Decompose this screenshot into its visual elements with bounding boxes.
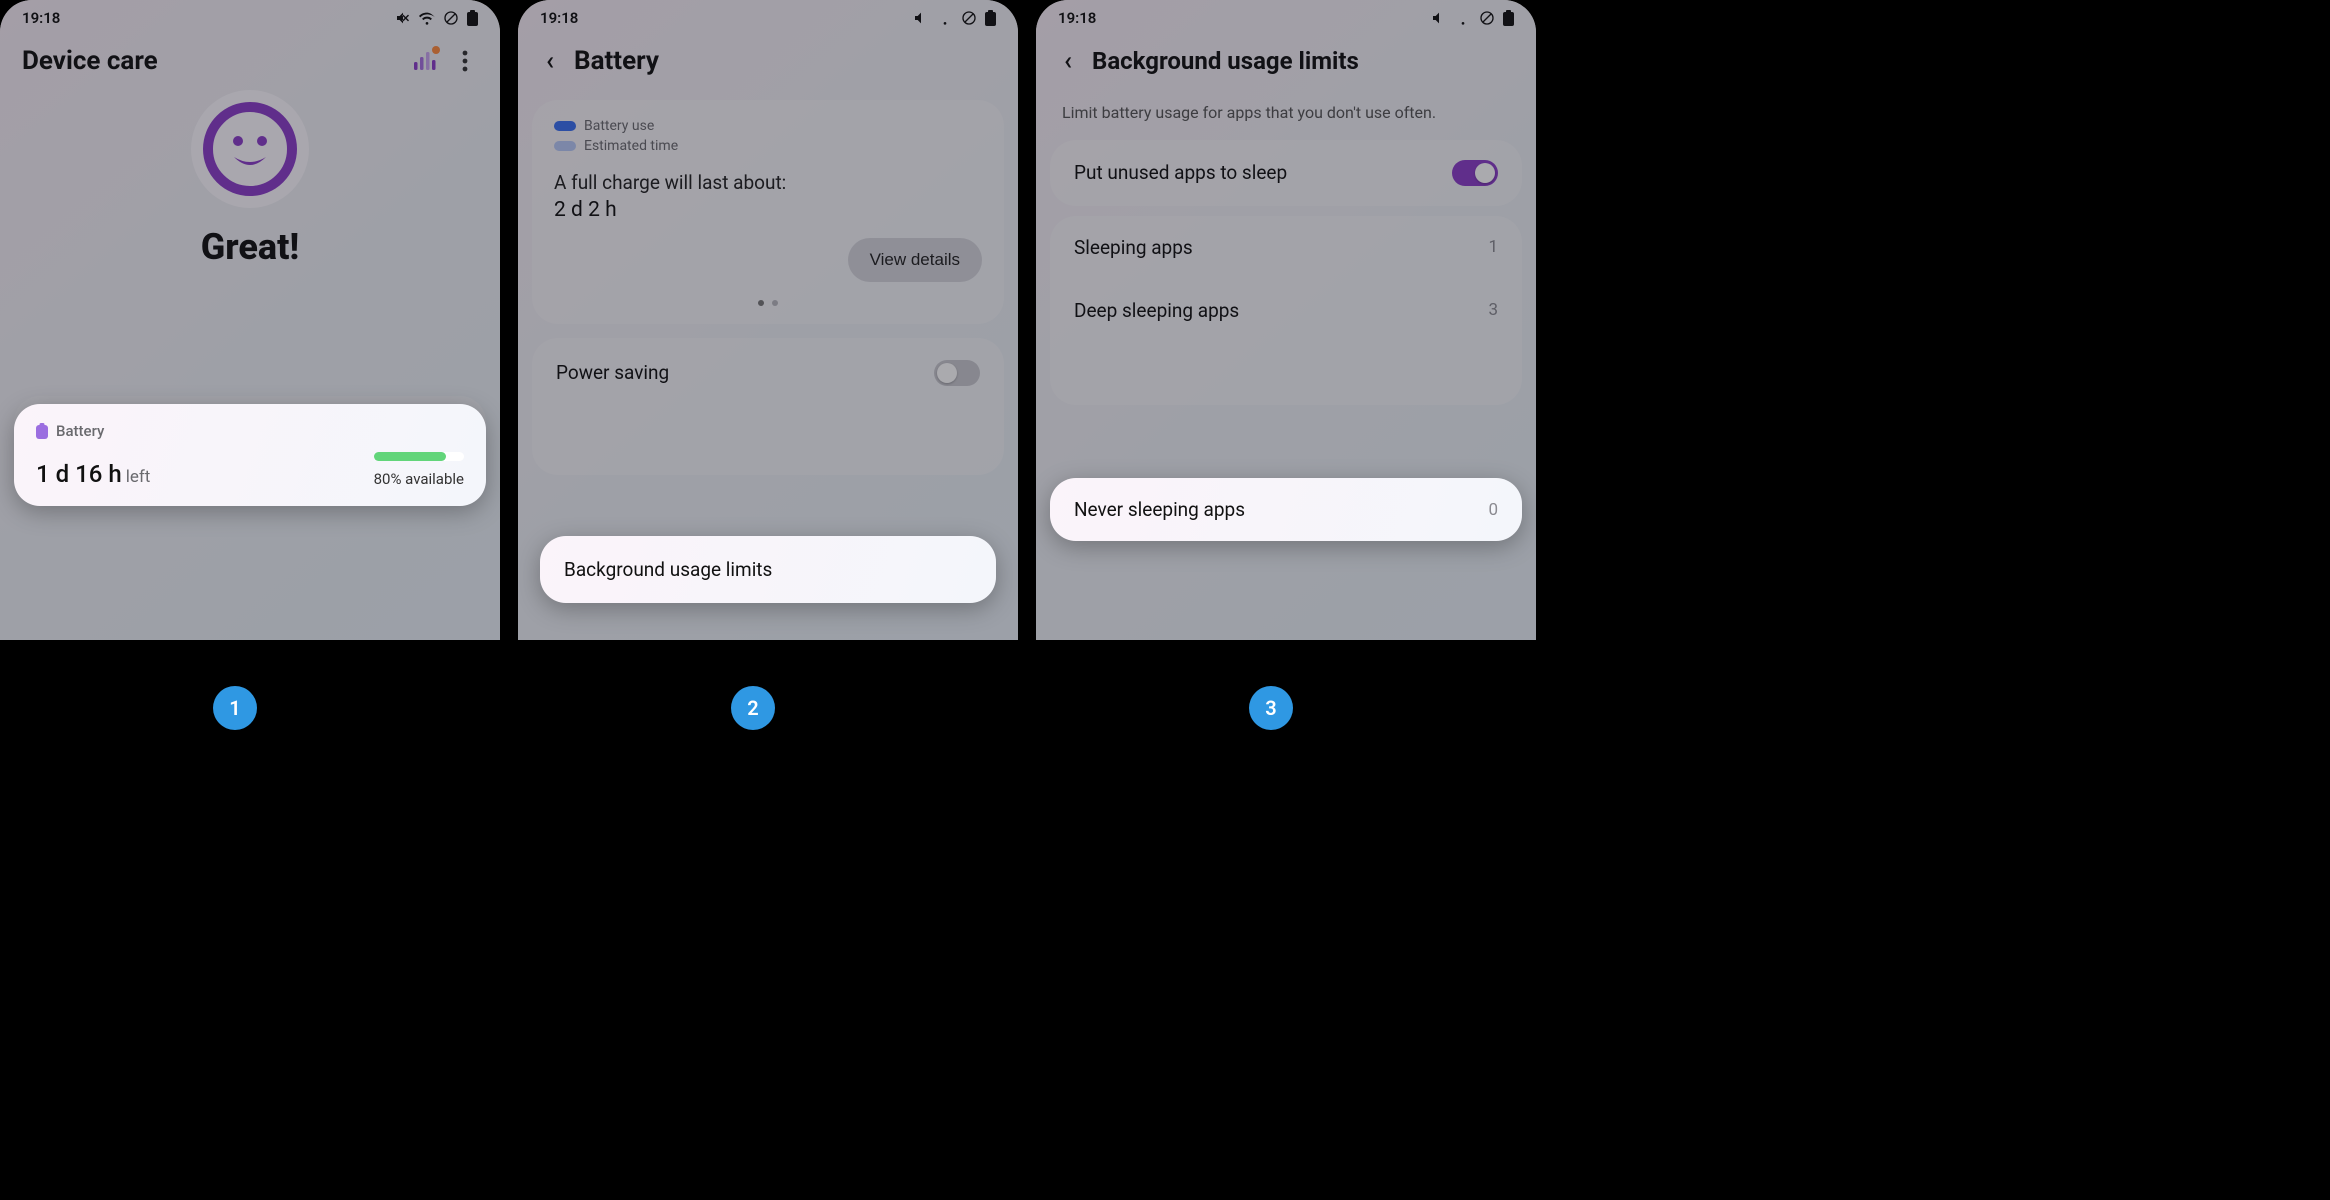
no-sim-icon [1479, 10, 1495, 26]
never-sleeping-apps-row[interactable]: Never sleeping apps 0 [1050, 478, 1522, 541]
mute-icon [395, 10, 411, 26]
back-icon[interactable]: ‹ [1058, 46, 1078, 76]
chart-pager[interactable] [554, 300, 982, 306]
status-time: 19:18 [22, 9, 60, 27]
never-sleeping-apps-label: Never sleeping apps [1074, 498, 1245, 521]
page-subtext: Limit battery usage for apps that you do… [1036, 86, 1536, 130]
put-to-sleep-toggle[interactable] [1452, 160, 1498, 186]
screen-bg-usage-limits: 19:18 ‹ Background usage limits Limit ba… [1036, 0, 1536, 640]
header: ‹ Background usage limits [1036, 36, 1536, 86]
status-time: 19:18 [540, 9, 578, 27]
header: Device care [0, 36, 500, 86]
no-sim-icon [961, 10, 977, 26]
background-usage-limits-row[interactable]: Background usage limits [540, 536, 996, 603]
chart-estimate: 2 d 2 h [554, 198, 982, 222]
put-to-sleep-group: Put unused apps to sleep [1050, 140, 1522, 206]
page-title: Background usage limits [1092, 47, 1514, 75]
status-bar: 19:18 [0, 0, 500, 36]
sleeping-apps-count: 1 [1488, 237, 1498, 257]
battery-card-icon [36, 423, 48, 439]
step-badge-1: 1 [213, 686, 257, 730]
deep-sleeping-apps-row[interactable]: Deep sleeping apps 3 [1050, 279, 1522, 342]
never-sleeping-apps-count: 0 [1488, 500, 1498, 520]
smiley-icon [191, 90, 309, 208]
battery-time: 1 d 16 h [36, 460, 122, 488]
battery-percent: 80% available [374, 470, 464, 488]
wifi-icon [937, 10, 953, 26]
battery-progress [374, 452, 464, 461]
health-summary: Great! [0, 90, 500, 268]
header: ‹ Battery [518, 36, 1018, 86]
sleeping-apps-label: Sleeping apps [1074, 236, 1193, 259]
mute-icon [1431, 10, 1447, 26]
bg-limits-label: Background usage limits [564, 558, 772, 581]
status-bar: 19:18 [518, 0, 1018, 36]
battery-label: Battery [56, 422, 104, 440]
no-sim-icon [443, 10, 459, 26]
notification-dot [432, 46, 440, 54]
screen-device-care: 19:18 Device care [0, 0, 500, 640]
status-bar: 19:18 [1036, 0, 1536, 36]
chart-legend: Battery use Estimated time [554, 118, 982, 154]
wifi-icon [1455, 10, 1471, 26]
step-badge-3: 3 [1249, 686, 1293, 730]
sleeping-apps-row[interactable]: Sleeping apps 1 [1050, 216, 1522, 279]
battery-chart-card[interactable]: Battery use Estimated time A full charge… [532, 100, 1004, 324]
battery-icon [1503, 10, 1514, 26]
health-status-text: Great! [201, 226, 299, 268]
view-details-button[interactable]: View details [848, 238, 982, 282]
power-saving-row[interactable]: Power saving [532, 338, 1004, 408]
status-icons [1431, 10, 1514, 26]
legend-swatch-est [554, 141, 576, 151]
power-saving-label: Power saving [556, 361, 669, 384]
screen-battery: 19:18 ‹ Battery Battery use Estimated ti… [518, 0, 1018, 640]
legend-battery-use: Battery use [584, 118, 654, 134]
status-icons [913, 10, 996, 26]
sleep-categories-group: Sleeping apps 1 Deep sleeping apps 3 .. [1050, 216, 1522, 405]
put-to-sleep-row[interactable]: Put unused apps to sleep [1050, 140, 1522, 206]
battery-icon [985, 10, 996, 26]
page-title: Battery [574, 46, 996, 76]
chart-desc: A full charge will last about: [554, 170, 982, 196]
more-menu-icon[interactable] [452, 48, 478, 74]
mute-icon [913, 10, 929, 26]
legend-estimated: Estimated time [584, 138, 678, 154]
power-saving-toggle[interactable] [934, 360, 980, 386]
tutorial-stage: 19:18 Device care [0, 0, 1536, 780]
battery-options-group: Power saving . [532, 338, 1004, 475]
status-time: 19:18 [1058, 9, 1096, 27]
usage-graph-icon[interactable] [412, 48, 438, 74]
battery-card[interactable]: Battery 1 d 16 hleft 80% available [14, 404, 486, 506]
deep-sleeping-apps-label: Deep sleeping apps [1074, 299, 1239, 322]
back-icon[interactable]: ‹ [540, 46, 560, 76]
deep-sleeping-apps-count: 3 [1488, 300, 1498, 320]
step-badge-2: 2 [731, 686, 775, 730]
status-icons [395, 10, 478, 26]
battery-icon [467, 10, 478, 26]
put-to-sleep-label: Put unused apps to sleep [1074, 161, 1287, 184]
wifi-icon [419, 10, 435, 26]
battery-time-suffix: left [126, 467, 151, 487]
page-title: Device care [22, 46, 398, 76]
legend-swatch-use [554, 121, 576, 131]
